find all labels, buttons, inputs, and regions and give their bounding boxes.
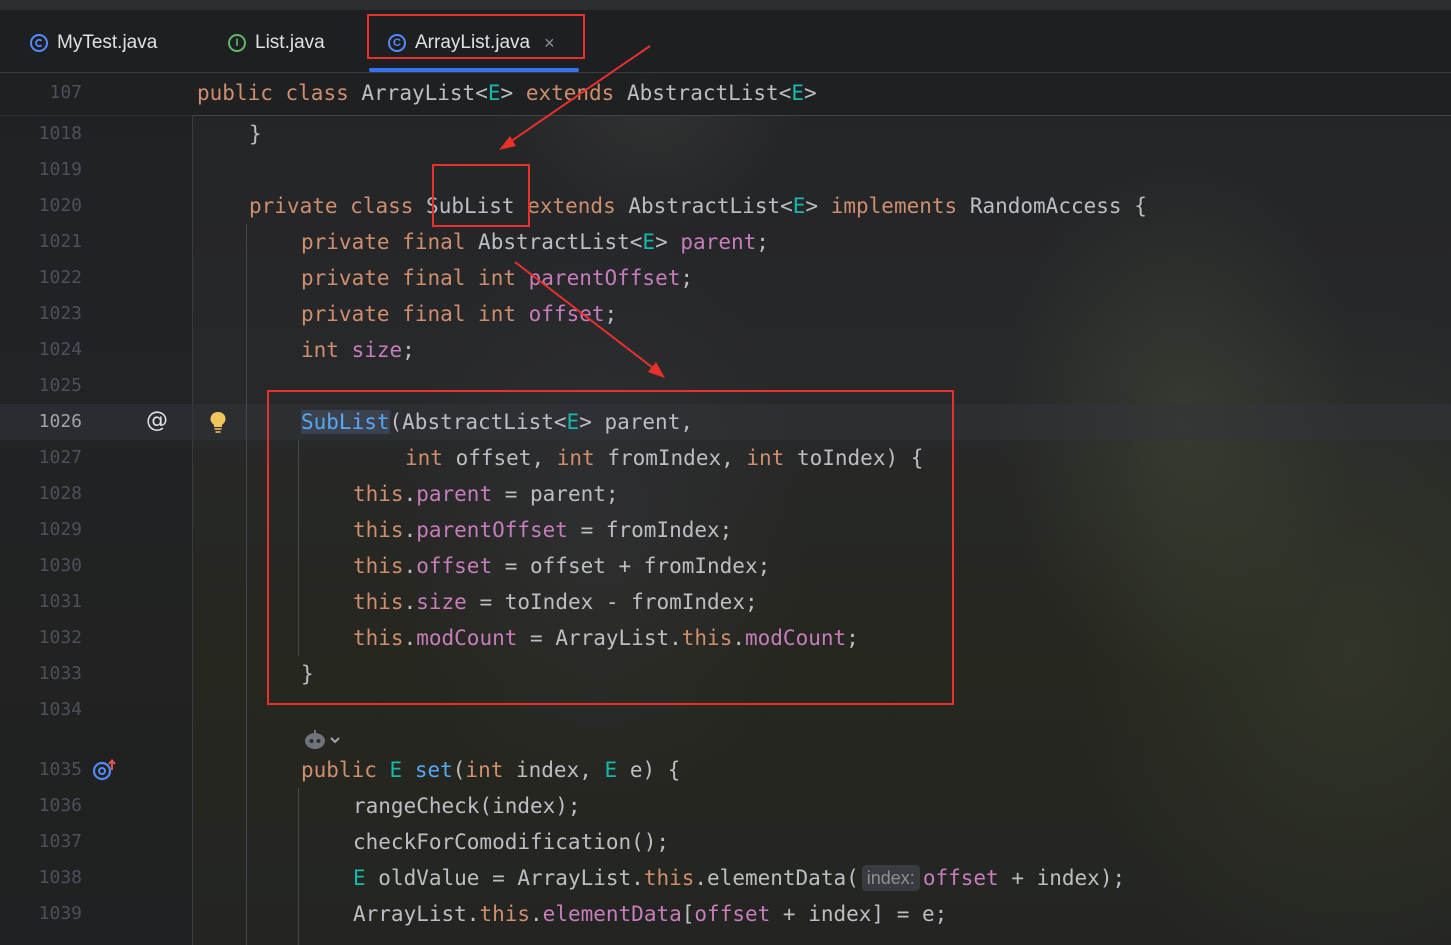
arrow-head bbox=[499, 136, 516, 150]
annotation-arrow bbox=[506, 45, 651, 145]
arrow-head bbox=[648, 362, 665, 378]
annotation-arrow bbox=[514, 261, 658, 372]
annotation-arrows bbox=[499, 45, 665, 378]
